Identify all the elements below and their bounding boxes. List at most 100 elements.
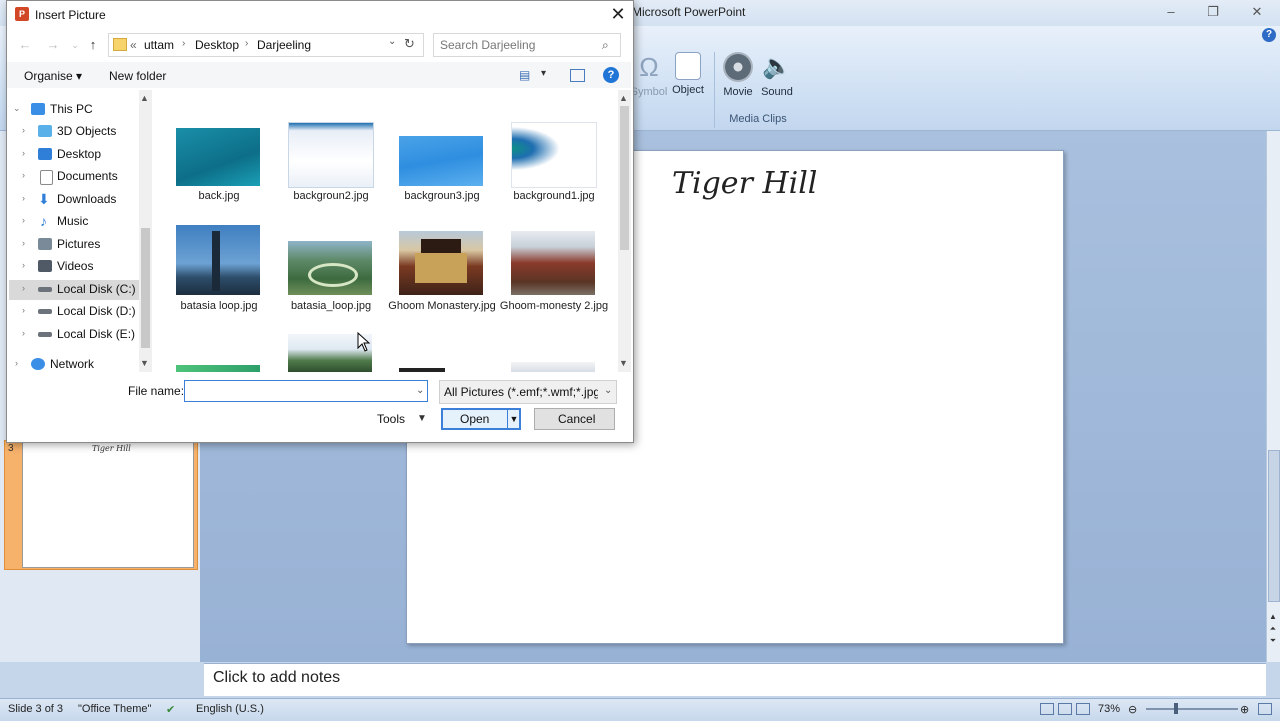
nav-scroll-down-icon[interactable]: ▼ — [140, 358, 149, 368]
open-dropdown-icon[interactable]: ▼ — [507, 410, 520, 428]
file-name-batasia-loop[interactable]: batasia loop.jpg — [160, 299, 278, 313]
zoom-slider[interactable] — [1146, 708, 1238, 710]
nav-scrollbar-thumb[interactable] — [141, 228, 150, 348]
view-dropdown-icon[interactable]: ▾ — [541, 68, 546, 79]
refresh-icon[interactable]: ↻ — [404, 36, 415, 52]
file-name-backgroun2[interactable]: backgroun2.jpg — [272, 189, 390, 203]
address-dropdown-icon[interactable]: ⌄ — [388, 36, 396, 47]
slideshow-icon[interactable] — [1076, 703, 1090, 715]
breadcrumb-overflow-icon[interactable]: « — [130, 38, 137, 52]
expand-arrow-icon[interactable]: › — [22, 260, 25, 270]
expand-arrow-icon[interactable]: › — [22, 170, 25, 180]
forward-arrow-icon[interactable]: → — [44, 36, 62, 54]
breadcrumb-uttam[interactable]: uttam — [144, 38, 174, 52]
slide-thumbnail[interactable] — [22, 442, 194, 568]
notes-placeholder[interactable]: Click to add notes — [213, 669, 340, 687]
tree-item-3d-objects[interactable]: › 3D Objects — [0, 121, 140, 143]
file-thumbnail-backgroun3[interactable] — [399, 136, 483, 186]
close-window-button[interactable]: ✕ — [1240, 2, 1274, 22]
organise-button[interactable]: Organise ▾ — [24, 69, 82, 83]
file-thumbnail-background1[interactable] — [511, 122, 597, 188]
preview-pane-icon[interactable] — [570, 69, 585, 82]
zoom-out-icon[interactable]: ⊖ — [1128, 703, 1137, 716]
view-options-icon[interactable]: ▤ — [519, 68, 530, 82]
next-slide-icon[interactable]: ⏷ — [1268, 636, 1278, 646]
tree-item-downloads[interactable]: › ⬇ Downloads — [0, 189, 140, 211]
zoom-slider-thumb[interactable] — [1174, 703, 1178, 714]
zoom-level[interactable]: 73% — [1098, 703, 1120, 715]
file-name-ghoom-monastery[interactable]: Ghoom Monastery.jpg — [383, 299, 501, 313]
dialog-close-button[interactable]: ✕ — [604, 2, 632, 26]
tree-item-music[interactable]: › ♪ Music — [0, 211, 140, 233]
language[interactable]: English (U.S.) — [196, 703, 264, 715]
restore-button[interactable]: ❐ — [1196, 2, 1230, 22]
up-arrow-icon[interactable]: ↑ — [84, 36, 102, 54]
dialog-help-icon[interactable]: ? — [603, 67, 619, 83]
file-thumbnail-back[interactable] — [176, 128, 260, 186]
file-scroll-up-icon[interactable]: ▲ — [619, 93, 628, 103]
tree-item-this-pc[interactable]: ⌄ This PC — [0, 99, 140, 121]
normal-view-icon[interactable] — [1040, 703, 1054, 715]
theme-name[interactable]: "Office Theme" — [78, 703, 151, 715]
tree-item-documents[interactable]: › Documents — [0, 166, 140, 188]
file-thumbnail-ghoom-monesty-2[interactable] — [511, 231, 595, 295]
expand-arrow-icon[interactable]: › — [22, 283, 25, 293]
file-name-back[interactable]: back.jpg — [160, 189, 278, 203]
file-thumbnail-partial[interactable] — [511, 362, 595, 372]
minimize-button[interactable]: – — [1154, 2, 1188, 22]
expand-arrow-icon[interactable]: › — [22, 215, 25, 225]
file-thumbnail-partial[interactable] — [176, 365, 260, 372]
tree-item-pictures[interactable]: › Pictures — [0, 234, 140, 256]
tools-dropdown-icon[interactable]: ▼ — [417, 413, 427, 424]
slide-sorter-icon[interactable] — [1058, 703, 1072, 715]
slide-scrollbar-thumb[interactable] — [1268, 450, 1280, 602]
object-button[interactable]: Object — [665, 52, 711, 96]
mouse-cursor-icon — [357, 331, 371, 355]
file-name-background1[interactable]: background1.jpg — [495, 189, 613, 203]
recent-locations-icon[interactable]: ⌄ — [66, 36, 84, 54]
nav-scroll-up-icon[interactable]: ▲ — [140, 93, 149, 103]
new-folder-button[interactable]: New folder — [109, 69, 166, 83]
zoom-in-icon[interactable]: ⊕ — [1240, 703, 1249, 716]
file-thumbnail-backgroun2[interactable] — [288, 122, 374, 188]
file-scroll-down-icon[interactable]: ▼ — [619, 358, 628, 368]
expand-arrow-icon[interactable]: › — [22, 125, 25, 135]
file-name-batasia-loop-2[interactable]: batasia_loop.jpg — [272, 299, 390, 313]
breadcrumb-desktop[interactable]: Desktop — [195, 38, 239, 52]
file-name-input[interactable] — [184, 380, 428, 402]
filter-dropdown-icon[interactable]: ⌄ — [604, 385, 612, 396]
expand-arrow-icon[interactable]: › — [15, 358, 18, 368]
tree-item-desktop[interactable]: › Desktop — [0, 144, 140, 166]
prev-slide-icon[interactable]: ⏶ — [1268, 624, 1278, 634]
sound-button[interactable]: 🔈 Sound — [754, 52, 800, 98]
tree-item-local-disk-e[interactable]: › Local Disk (E:) — [0, 324, 140, 346]
file-name-backgroun3[interactable]: backgroun3.jpg — [383, 189, 501, 203]
tree-item-network[interactable]: › Network — [0, 354, 140, 376]
back-arrow-icon[interactable]: ← — [16, 36, 34, 54]
file-scrollbar-thumb[interactable] — [620, 106, 629, 250]
breadcrumb-darjeeling[interactable]: Darjeeling — [257, 38, 311, 52]
scroll-up-icon[interactable]: ▲ — [1268, 612, 1278, 621]
expand-arrow-icon[interactable]: › — [22, 238, 25, 248]
file-thumbnail-batasia-loop[interactable] — [176, 225, 260, 295]
file-thumbnail-batasia-loop-2[interactable] — [288, 241, 372, 295]
expand-arrow-icon[interactable]: › — [22, 305, 25, 315]
notes-pane[interactable] — [204, 663, 1266, 696]
expand-arrow-icon[interactable]: › — [22, 328, 25, 338]
file-thumbnail-ghoom-monastery[interactable] — [399, 231, 483, 295]
search-icon[interactable]: ⌕ — [602, 38, 609, 53]
help-icon[interactable]: ? — [1262, 28, 1276, 42]
slide-title[interactable]: Tiger Hill — [672, 166, 817, 201]
expand-arrow-icon[interactable]: › — [22, 148, 25, 158]
expand-arrow-icon[interactable]: ⌄ — [13, 103, 21, 114]
tree-item-local-disk-d[interactable]: › Local Disk (D:) — [0, 301, 140, 323]
file-name-dropdown-icon[interactable]: ⌄ — [416, 385, 424, 396]
file-name-ghoom-monesty-2[interactable]: Ghoom-monesty 2.jpg — [495, 299, 613, 313]
tree-item-videos[interactable]: › Videos — [0, 256, 140, 278]
expand-arrow-icon[interactable]: › — [22, 193, 25, 203]
tools-button[interactable]: Tools — [377, 412, 405, 426]
file-thumbnail-partial[interactable] — [399, 368, 445, 372]
fit-to-window-icon[interactable] — [1258, 703, 1272, 715]
tree-item-local-disk-c[interactable]: › Local Disk (C:) — [0, 279, 140, 301]
spellcheck-icon[interactable]: ✔ — [166, 703, 175, 716]
